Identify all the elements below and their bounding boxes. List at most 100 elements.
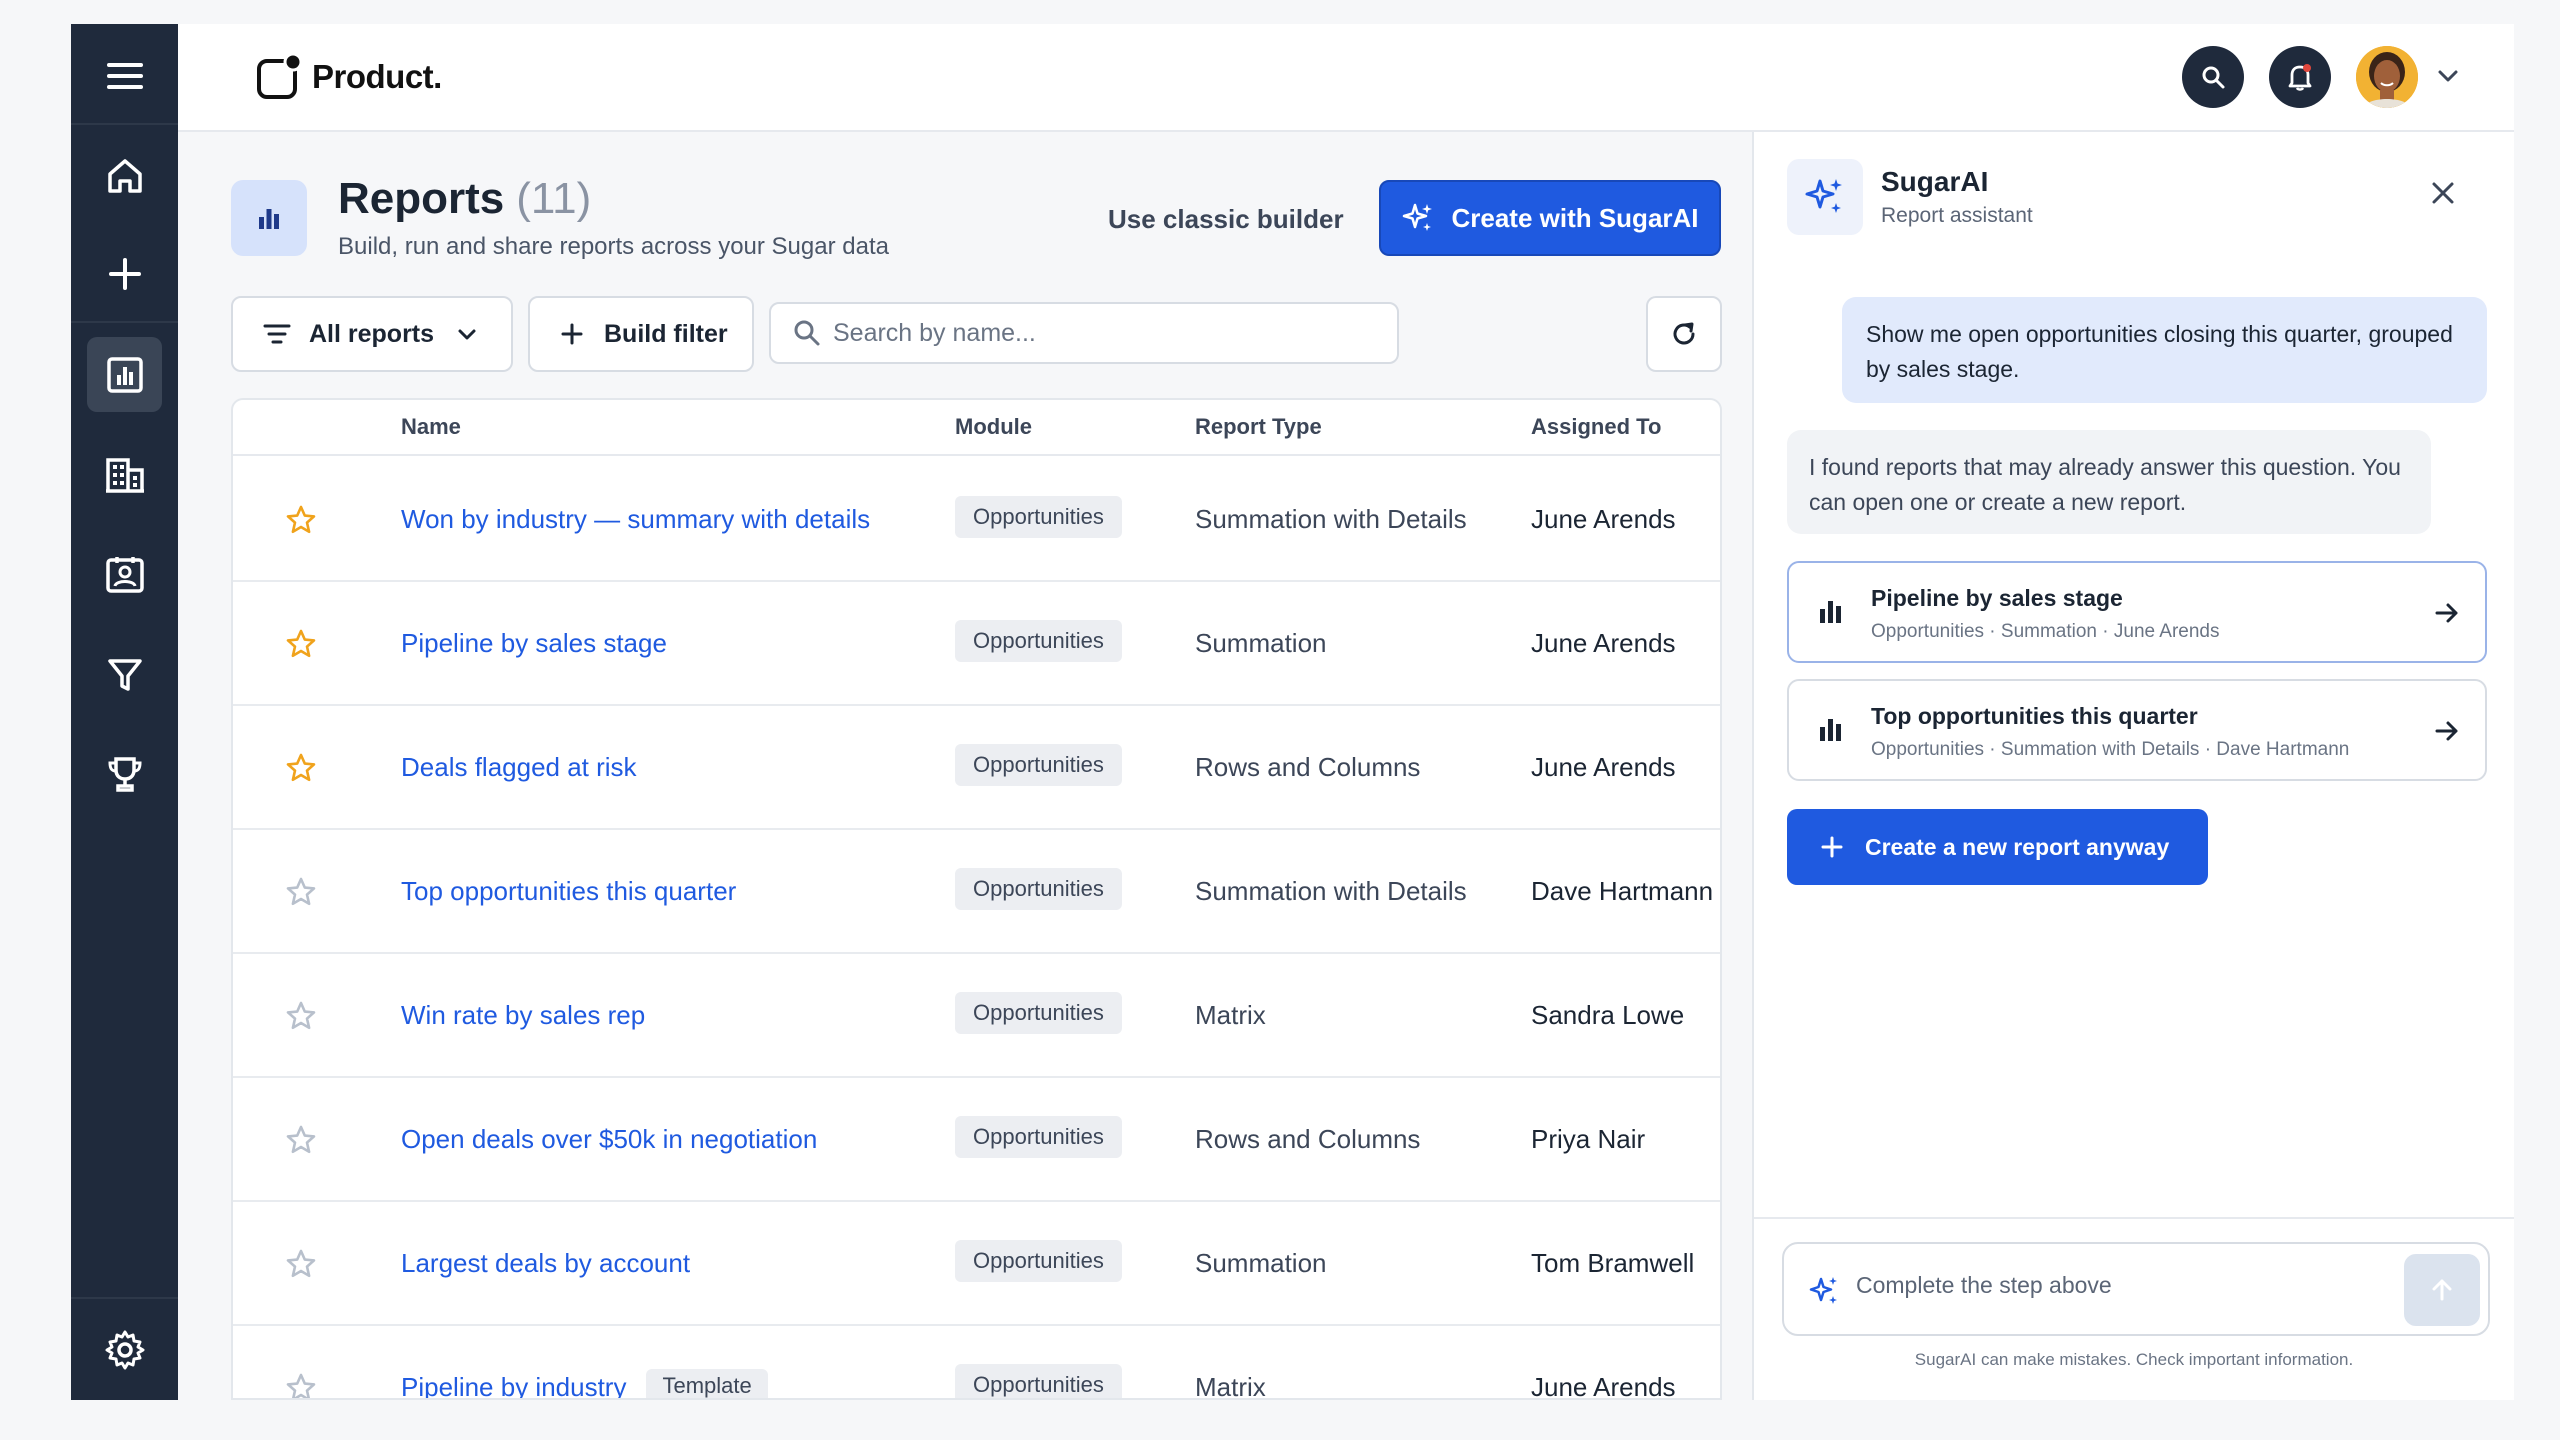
bell-icon bbox=[2288, 64, 2312, 91]
report-name: Open deals over $50k in negotiation bbox=[401, 1124, 818, 1154]
create-new-report-button[interactable]: Create a new report anyway bbox=[1787, 809, 2208, 885]
close-panel-button[interactable] bbox=[2430, 180, 2456, 211]
report-name: Top opportunities this quarter bbox=[401, 876, 737, 906]
user-avatar[interactable] bbox=[2356, 46, 2418, 108]
column-header-report-type[interactable]: Report Type bbox=[1195, 414, 1322, 440]
table-row[interactable]: Win rate by sales rep Opportunities Matrix… bbox=[233, 954, 1720, 1078]
nav-divider bbox=[71, 1297, 178, 1299]
refresh-icon bbox=[1673, 322, 1695, 345]
search-icon bbox=[794, 320, 820, 346]
report-name: Won by industry — summary with details bbox=[401, 504, 871, 534]
star-outline-icon[interactable] bbox=[285, 876, 317, 908]
report-name-link[interactable]: Deals flagged at risk bbox=[401, 752, 637, 783]
create-with-ai-button[interactable]: Create with SugarAI bbox=[1379, 180, 1721, 256]
close-icon bbox=[2432, 182, 2454, 204]
column-header-name[interactable]: Name bbox=[401, 414, 461, 440]
plus-icon bbox=[561, 323, 583, 345]
bar-chart-icon bbox=[1820, 601, 1841, 623]
module-badge: Opportunities bbox=[955, 868, 1122, 910]
suggested-report-pipeline[interactable]: Pipeline by sales stage Opportunities · … bbox=[1787, 561, 2487, 663]
star-filled-icon[interactable] bbox=[285, 752, 317, 784]
module-badge: Opportunities bbox=[955, 620, 1122, 662]
build-filter-button[interactable]: Build filter bbox=[528, 296, 754, 372]
nav-opportunities[interactable] bbox=[87, 737, 162, 812]
create-new-report-label: Create a new report anyway bbox=[1865, 833, 2170, 860]
nav-contacts[interactable] bbox=[87, 537, 162, 612]
home-icon bbox=[107, 158, 142, 193]
report-name-link[interactable]: Largest deals by account bbox=[401, 1248, 690, 1279]
report-name-link[interactable]: Pipeline by industry Template bbox=[401, 1369, 768, 1398]
report-name-link[interactable]: Won by industry — summary with details bbox=[401, 504, 870, 535]
nav-settings[interactable] bbox=[87, 1312, 162, 1387]
avatar-image bbox=[2356, 46, 2418, 108]
sugarai-badge bbox=[1787, 159, 1863, 235]
report-type: Summation bbox=[1195, 1248, 1327, 1278]
table-row[interactable]: Pipeline by sales stage Opportunities Summ… bbox=[233, 582, 1720, 706]
report-name: Largest deals by account bbox=[401, 1248, 691, 1278]
star-outline-icon[interactable] bbox=[285, 1372, 317, 1400]
assigned-user: June Arends bbox=[1531, 752, 1676, 782]
table-row[interactable]: Open deals over $50k in negotiation Oppor… bbox=[233, 1078, 1720, 1202]
suggested-report-top-opportunities[interactable]: Top opportunities this quarter Opportuni… bbox=[1787, 679, 2487, 781]
assistant-message: I found reports that may already answer … bbox=[1787, 430, 2431, 534]
assigned-user: June Arends bbox=[1531, 1372, 1676, 1400]
nav-home[interactable] bbox=[87, 138, 162, 213]
composer-divider bbox=[1754, 1217, 2514, 1219]
star-outline-icon[interactable] bbox=[285, 1000, 317, 1032]
all-reports-label: All reports bbox=[309, 319, 435, 348]
report-count: (11) bbox=[516, 174, 592, 223]
all-reports-dropdown[interactable]: All reports bbox=[231, 296, 513, 372]
report-name-link[interactable]: Pipeline by sales stage bbox=[401, 628, 667, 659]
sparkle-icon bbox=[1809, 1277, 1837, 1304]
reports-icon bbox=[106, 356, 143, 393]
contact-card-icon bbox=[105, 556, 144, 593]
star-outline-icon[interactable] bbox=[285, 1248, 317, 1280]
user-message: Show me open opportunities closing this … bbox=[1842, 297, 2487, 403]
assigned-user: Priya Nair bbox=[1531, 1124, 1646, 1154]
nav-accounts[interactable] bbox=[87, 437, 162, 512]
report-name-link[interactable]: Win rate by sales rep bbox=[401, 1000, 645, 1031]
nav-reports[interactable] bbox=[87, 337, 162, 412]
column-header-assigned-to[interactable]: Assigned To bbox=[1531, 414, 1661, 440]
star-outline-icon[interactable] bbox=[285, 1124, 317, 1156]
table-row[interactable]: Top opportunities this quarter Opportunit… bbox=[233, 830, 1720, 954]
reports-table: Name Module Report Type Assigned To Won … bbox=[231, 398, 1722, 1400]
nav-divider bbox=[71, 321, 178, 323]
account-menu-toggle[interactable] bbox=[2436, 64, 2460, 93]
ai-composer bbox=[1782, 1242, 2490, 1336]
report-type: Summation bbox=[1195, 628, 1327, 658]
ai-prompt-input[interactable] bbox=[1856, 1272, 2376, 1299]
product-logo[interactable]: Product. bbox=[256, 52, 442, 102]
report-type: Matrix bbox=[1195, 1000, 1266, 1030]
report-search bbox=[769, 302, 1399, 364]
arrow-right-icon bbox=[2435, 721, 2458, 741]
left-nav bbox=[71, 24, 178, 1400]
suggested-report-title: Top opportunities this quarter bbox=[1871, 703, 2198, 729]
nav-leads[interactable] bbox=[87, 637, 162, 712]
report-name-link[interactable]: Top opportunities this quarter bbox=[401, 876, 736, 907]
sugarai-subtitle: Report assistant bbox=[1881, 204, 2033, 227]
classic-builder-link[interactable]: Use classic builder bbox=[1108, 204, 1344, 235]
sparkle-icon bbox=[1805, 179, 1842, 213]
global-search-button[interactable] bbox=[2182, 46, 2244, 108]
table-row[interactable]: Largest deals by account Opportunities Sum… bbox=[233, 1202, 1720, 1326]
column-header-module[interactable]: Module bbox=[955, 414, 1032, 440]
send-button[interactable] bbox=[2404, 1254, 2480, 1326]
module-badge: Opportunities bbox=[955, 1240, 1122, 1282]
star-filled-icon[interactable] bbox=[285, 504, 317, 536]
menu-button[interactable] bbox=[87, 38, 162, 113]
report-name-link[interactable]: Open deals over $50k in negotiation bbox=[401, 1124, 817, 1155]
notifications-button[interactable] bbox=[2269, 46, 2331, 108]
refresh-button[interactable] bbox=[1646, 296, 1722, 372]
building-icon bbox=[105, 457, 144, 493]
nav-create[interactable] bbox=[87, 236, 162, 311]
table-row[interactable]: Deals flagged at risk Opportunities Rows a… bbox=[233, 706, 1720, 830]
logo-icon bbox=[257, 52, 303, 99]
star-filled-icon[interactable] bbox=[285, 628, 317, 660]
table-row[interactable]: Pipeline by industry Template Opportunitie… bbox=[233, 1326, 1720, 1400]
table-row[interactable]: Won by industry — summary with details Op… bbox=[233, 458, 1720, 582]
search-input[interactable] bbox=[833, 318, 1373, 348]
bar-chart-icon bbox=[259, 209, 279, 229]
sugarai-title: SugarAI bbox=[1881, 166, 1989, 197]
report-type: Rows and Columns bbox=[1195, 752, 1421, 782]
